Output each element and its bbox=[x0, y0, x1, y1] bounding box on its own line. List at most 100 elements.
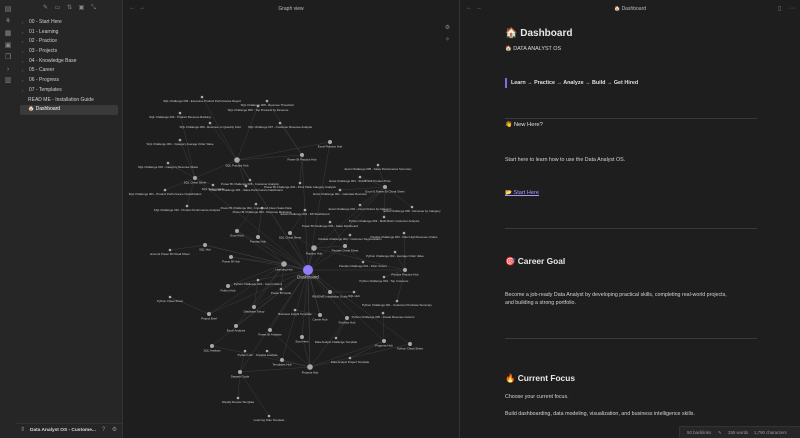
graph-node-dot[interactable] bbox=[311, 245, 317, 251]
graph-node-dot[interactable] bbox=[203, 243, 207, 247]
graph-node-dot[interactable] bbox=[343, 244, 347, 248]
graph-node-dot[interactable] bbox=[238, 370, 242, 374]
graph-node-dot[interactable] bbox=[235, 229, 239, 233]
graph-node-dot[interactable] bbox=[303, 265, 313, 275]
edit-pencil-icon[interactable]: ✎ bbox=[718, 430, 722, 436]
graph-node-dot[interactable] bbox=[252, 305, 256, 309]
graph-node-dot[interactable] bbox=[300, 335, 304, 339]
graph-node-dot[interactable] bbox=[210, 344, 214, 348]
graph-node[interactable]: Templates Hub bbox=[272, 358, 292, 367]
file-item[interactable]: READ ME - Installation Guide bbox=[16, 96, 122, 106]
graph-node[interactable]: SQL Cheat Sheet bbox=[279, 231, 302, 240]
new-folder-icon[interactable]: ▭ bbox=[54, 5, 61, 12]
chevron-updown-icon[interactable]: ⇕ bbox=[19, 427, 26, 434]
graph-node[interactable]: Learning Note Template bbox=[254, 414, 285, 422]
graph-node-dot[interactable] bbox=[207, 312, 211, 316]
graph-node[interactable]: Python Challenge 002 - Average Order Val… bbox=[366, 250, 424, 258]
graph-settings-icon[interactable]: ⚙ bbox=[444, 25, 451, 32]
graph-node[interactable]: Python Challenge 004 - Top Customer bbox=[360, 275, 409, 283]
graph-node-dot[interactable] bbox=[300, 153, 304, 157]
graph-node[interactable]: Excel Challenge 006 - Revenue by Categor… bbox=[383, 205, 441, 213]
graph-node[interactable]: SQL Challenge 001 - Product Performance … bbox=[129, 188, 202, 196]
graph-node-dot[interactable] bbox=[318, 313, 322, 317]
graph-node[interactable]: SQL Challenge 004 - Category Average Ord… bbox=[147, 138, 214, 146]
graph-node[interactable]: Business Insight Template bbox=[278, 308, 312, 316]
folder-item[interactable]: › 07 - Templates bbox=[16, 86, 122, 96]
graph-node[interactable]: Progress Hub bbox=[375, 339, 393, 348]
graph-node[interactable]: Project Brief bbox=[201, 312, 217, 321]
graph-node[interactable]: Power BI Analysis bbox=[258, 328, 282, 337]
help-icon[interactable]: ? bbox=[100, 427, 107, 434]
vault-name[interactable]: Data Analyst OS - Custome... bbox=[30, 428, 96, 433]
graph-node-dot[interactable] bbox=[256, 235, 260, 239]
reading-view-icon[interactable]: ▯ bbox=[778, 5, 781, 12]
backlinks-count[interactable]: 50 backlinks bbox=[687, 430, 711, 435]
start-here-link[interactable]: 📂 Start Here bbox=[505, 190, 539, 196]
graph-node[interactable]: Start Here bbox=[295, 335, 309, 344]
graph-node[interactable]: SQL Analysis bbox=[203, 344, 221, 353]
graph-node[interactable]: Weekly Review Template bbox=[222, 396, 255, 404]
graph-node[interactable]: SQL Challenge 005 - Executive Product Pe… bbox=[163, 95, 241, 103]
graph-node-dot[interactable] bbox=[328, 140, 332, 144]
graph-node[interactable]: Python Challenge 003 - Multi Metric Cust… bbox=[349, 215, 420, 223]
graph-node[interactable]: Power BI Challenge 002 - Import and Clea… bbox=[221, 202, 292, 210]
folder-item[interactable]: › 05 - Career bbox=[16, 66, 122, 76]
graph-node[interactable]: Pandas Analysis bbox=[256, 349, 278, 357]
graph-node[interactable]: Pandas Challenge 003 - Filter High Reven… bbox=[370, 231, 438, 239]
graph-node[interactable]: Python Cheat Sheet bbox=[157, 295, 183, 303]
graph-node[interactable]: Excel Challenge 005 - Sales Performance … bbox=[345, 163, 412, 171]
graph-node[interactable]: SQL Challenge 002 - Category Revenue Sha… bbox=[138, 161, 199, 169]
graph-node[interactable]: Python Cheat Sheet bbox=[397, 342, 423, 351]
folder-item[interactable]: › 00 - Start Here bbox=[16, 18, 122, 28]
graph-node[interactable]: Practice Hub bbox=[306, 245, 323, 255]
graph-node[interactable]: Career Hub bbox=[313, 313, 328, 322]
graph-node[interactable]: Power BI Hub bbox=[222, 255, 240, 264]
graph-node[interactable]: Excel Challenge 001 - Calculate Revenue bbox=[313, 188, 367, 196]
graph-node[interactable]: Excel Hub bbox=[230, 229, 244, 238]
graph-node-dot[interactable] bbox=[383, 185, 387, 189]
graph-node[interactable]: Excel & Power BI Cheat Sheet bbox=[365, 185, 405, 194]
graph-node[interactable]: Power BI Guide bbox=[271, 287, 292, 295]
folder-item[interactable]: › 02 - Practice bbox=[16, 37, 122, 47]
graph-node-dot[interactable] bbox=[307, 364, 313, 370]
graph-node-dot[interactable] bbox=[345, 316, 349, 320]
graph-node[interactable]: SQL Cheat Sheet bbox=[184, 176, 207, 185]
graph-node[interactable]: Python Challenge 001 - Customer Purchase… bbox=[362, 299, 432, 307]
folder-item[interactable]: › 04 - Knowledge Base bbox=[16, 57, 122, 67]
graph-node[interactable]: SQL Challenge 008 - Revenue Threshold bbox=[241, 99, 294, 107]
graph-node-dot[interactable] bbox=[234, 324, 238, 328]
graph-node[interactable]: Power BI Practice Hub bbox=[287, 153, 317, 162]
folder-item[interactable]: › 03 - Projects bbox=[16, 47, 122, 57]
graph-node[interactable]: SQL Challenge 007 - Customer Revenue Ana… bbox=[248, 121, 313, 129]
more-options-icon[interactable]: ⋯ bbox=[789, 5, 795, 12]
graph-node[interactable]: Pandas Practice Hub bbox=[391, 268, 419, 277]
graph-node-dot[interactable] bbox=[408, 342, 412, 346]
graph-node[interactable]: Data Analyst Challenge Template bbox=[315, 336, 358, 344]
graph-node-dot[interactable] bbox=[229, 255, 233, 259]
graph-node[interactable]: Dataset Guide bbox=[231, 370, 250, 379]
graph-node[interactable]: Excel & Power BI Cheat Sheet bbox=[150, 248, 190, 256]
expand-icon[interactable]: ⤡ bbox=[90, 5, 97, 12]
graph-node[interactable]: SQL Hub bbox=[348, 290, 360, 298]
graph-node[interactable]: Python Challenge 005 - Create Revenue Co… bbox=[352, 311, 415, 319]
graph-node-dot[interactable] bbox=[403, 268, 407, 272]
graph-node[interactable]: Dashboard bbox=[297, 265, 319, 280]
graph-node-dot[interactable] bbox=[280, 358, 284, 362]
folder-item[interactable]: › 06 - Progress bbox=[16, 76, 122, 86]
graph-node[interactable]: README Installation Guide bbox=[312, 290, 348, 299]
calendar-icon[interactable]: ▣ bbox=[4, 42, 12, 50]
graph-node[interactable]: SQL Challenge 003 - Product Revenue Rank… bbox=[149, 111, 211, 119]
graph-node[interactable]: Python Lab bbox=[238, 349, 253, 357]
graph-node[interactable]: SQL Hub bbox=[199, 243, 211, 252]
templates-icon[interactable]: ❒ bbox=[4, 54, 12, 62]
canvas-icon[interactable]: ▦ bbox=[4, 30, 12, 38]
files-icon[interactable]: ▤ bbox=[4, 6, 12, 14]
graph-node-dot[interactable] bbox=[382, 339, 386, 343]
graph-icon[interactable]: ⚘ bbox=[4, 18, 12, 26]
graph-node-dot[interactable] bbox=[226, 284, 230, 288]
new-note-icon[interactable]: ✎ bbox=[42, 5, 49, 12]
folder-item[interactable]: › 01 - Learning bbox=[16, 28, 122, 38]
command-icon[interactable]: ▥ bbox=[4, 77, 12, 85]
collapse-icon[interactable]: ▣ bbox=[78, 5, 85, 12]
graph-node[interactable]: Pandas Cheat Sheet bbox=[332, 244, 359, 253]
